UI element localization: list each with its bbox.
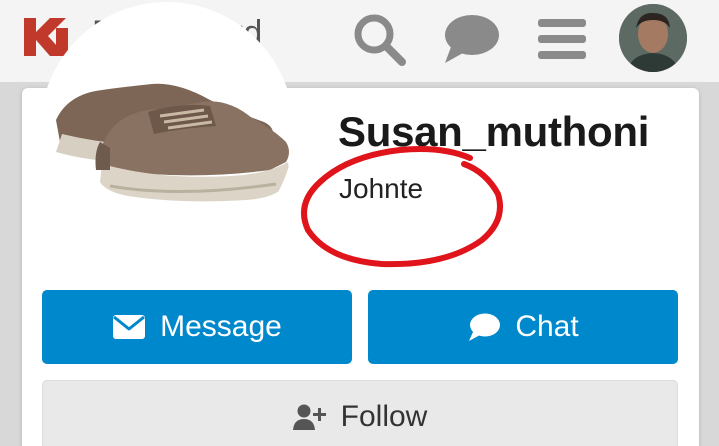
- search-icon[interactable]: [348, 10, 410, 68]
- profile-picture[interactable]: [40, 2, 294, 258]
- profile-username: Susan_muthoni: [338, 108, 650, 155]
- message-button-label: Message: [160, 310, 282, 343]
- envelope-icon: [112, 314, 146, 340]
- follow-button-label: Follow: [340, 400, 428, 433]
- profile-subtitle: Johnte: [339, 173, 424, 204]
- chat-bubble-icon: [467, 312, 501, 342]
- chat-button-label: Chat: [515, 310, 579, 343]
- message-button[interactable]: Message: [42, 290, 352, 364]
- site-logo[interactable]: [22, 16, 70, 58]
- chat-button[interactable]: Chat: [368, 290, 678, 364]
- follow-button[interactable]: Follow: [42, 380, 678, 446]
- user-avatar[interactable]: [619, 4, 687, 72]
- menu-icon[interactable]: [531, 10, 593, 68]
- chat-bubble-icon[interactable]: [440, 10, 502, 68]
- user-plus-icon: [292, 403, 327, 431]
